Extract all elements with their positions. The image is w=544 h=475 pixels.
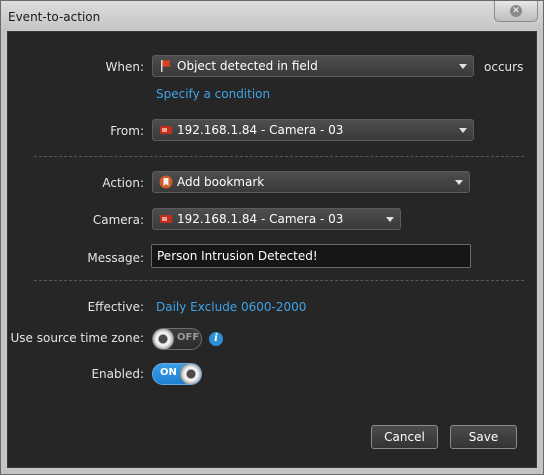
save-button[interactable]: Save (450, 425, 517, 449)
event-to-action-dialog: Event-to-action ✕ When: Object detected … (0, 0, 544, 475)
message-label: Message: (87, 251, 144, 265)
content-panel: When: Object detected in field occurs Sp… (7, 31, 537, 468)
source-time-zone-toggle[interactable]: OFF (152, 328, 202, 350)
close-button[interactable]: ✕ (494, 1, 538, 22)
enabled-label: Enabled: (91, 367, 144, 381)
action-value: Add bookmark (177, 175, 265, 189)
enabled-toggle[interactable]: ON (152, 363, 202, 385)
camera-label: Camera: (92, 213, 144, 227)
toggle-knob (153, 329, 174, 349)
chevron-down-icon (455, 179, 463, 185)
toggle-knob (180, 364, 201, 384)
title-bar[interactable]: Event-to-action ✕ (1, 1, 543, 31)
cancel-button[interactable]: Cancel (371, 425, 438, 449)
from-label: From: (110, 124, 144, 138)
close-icon: ✕ (510, 5, 522, 17)
dialog-title: Event-to-action (8, 10, 101, 24)
separator (34, 280, 524, 281)
bookmark-icon (159, 175, 173, 189)
camera-value: 192.168.1.84 - Camera - 03 (177, 212, 344, 226)
effective-schedule-link[interactable]: Daily Exclude 0600-2000 (156, 300, 306, 314)
message-value: Person Intrusion Detected! (157, 249, 318, 263)
camera-icon (160, 126, 172, 134)
chevron-down-icon (386, 216, 394, 222)
action-dropdown[interactable]: Add bookmark (152, 171, 470, 193)
specify-condition-link[interactable]: Specify a condition (156, 87, 270, 101)
info-icon[interactable]: i (209, 332, 223, 346)
chevron-down-icon (459, 63, 467, 69)
message-input[interactable]: Person Intrusion Detected! (151, 244, 471, 268)
effective-label: Effective: (87, 300, 144, 314)
when-value: Object detected in field (177, 59, 318, 73)
camera-icon (160, 215, 172, 223)
from-dropdown[interactable]: 192.168.1.84 - Camera - 03 (152, 119, 474, 141)
from-value: 192.168.1.84 - Camera - 03 (177, 123, 344, 137)
toggle-state: OFF (177, 332, 200, 343)
separator (34, 156, 524, 157)
chevron-down-icon (459, 127, 467, 133)
when-dropdown[interactable]: Object detected in field (152, 55, 474, 77)
occurs-label: occurs (484, 60, 524, 74)
toggle-state: ON (160, 367, 177, 378)
action-label: Action: (102, 176, 144, 190)
when-label: When: (105, 60, 144, 74)
flag-icon (161, 60, 171, 72)
camera-dropdown[interactable]: 192.168.1.84 - Camera - 03 (152, 208, 401, 230)
source-time-zone-label: Use source time zone: (10, 331, 145, 345)
